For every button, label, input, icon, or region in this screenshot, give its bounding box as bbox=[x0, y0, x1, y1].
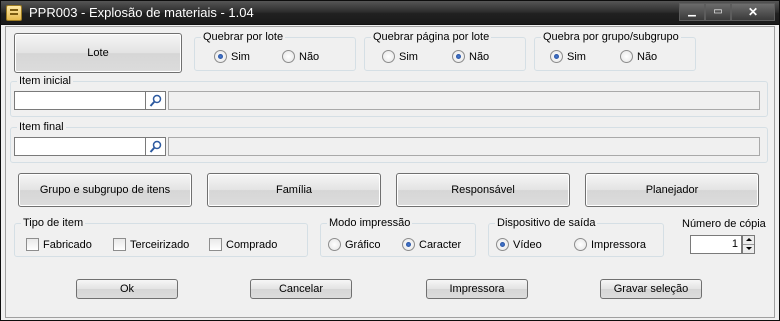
radio-selected-icon[interactable] bbox=[496, 238, 509, 251]
modo-caracter-option[interactable]: Caracter bbox=[402, 238, 461, 251]
item-final-input[interactable] bbox=[14, 137, 146, 156]
planejador-button[interactable]: Planejador bbox=[585, 173, 759, 207]
maximize-button[interactable]: ▭ bbox=[705, 3, 731, 21]
quebrar-lote-label: Quebrar por lote bbox=[203, 31, 284, 43]
option-label: Sim bbox=[567, 50, 586, 63]
radio-icon[interactable] bbox=[282, 50, 295, 63]
radio-icon[interactable] bbox=[620, 50, 633, 63]
item-inicial-label: Item inicial bbox=[19, 75, 71, 87]
quebra-grupo-label: Quebra por grupo/subgrupo bbox=[543, 31, 679, 43]
copias-input[interactable]: 1 bbox=[690, 235, 742, 254]
dispositivo-video-option[interactable]: Vídeo bbox=[496, 238, 542, 251]
window-controls: ▁ ▭ ✕ bbox=[679, 3, 775, 21]
search-icon bbox=[149, 140, 162, 153]
quebra-grupo-nao-option[interactable]: Não bbox=[620, 50, 657, 63]
radio-icon[interactable] bbox=[574, 238, 587, 251]
tipo-item-group: Tipo de item bbox=[14, 217, 308, 257]
checkbox-icon[interactable] bbox=[113, 238, 126, 251]
option-label: Gráfico bbox=[345, 238, 381, 251]
dispositivo-group: Dispositivo de saída bbox=[488, 217, 664, 257]
tipo-comprado-option[interactable]: Comprado bbox=[209, 238, 277, 251]
quebrar-lote-sim-option[interactable]: Sim bbox=[214, 50, 250, 63]
radio-selected-icon[interactable] bbox=[452, 50, 465, 63]
quebrar-pagina-nao-option[interactable]: Não bbox=[452, 50, 489, 63]
option-label: Comprado bbox=[226, 238, 278, 251]
quebrar-pagina-label: Quebrar página por lote bbox=[373, 31, 490, 43]
radio-icon[interactable] bbox=[328, 238, 341, 251]
item-inicial-description bbox=[168, 91, 760, 110]
spin-up-icon[interactable] bbox=[743, 236, 754, 244]
item-final-search-button[interactable] bbox=[146, 137, 166, 156]
cancelar-button[interactable]: Cancelar bbox=[250, 279, 352, 299]
tipo-fabricado-option[interactable]: Fabricado bbox=[26, 238, 92, 251]
option-label: Não bbox=[469, 50, 490, 63]
dispositivo-impressora-option[interactable]: Impressora bbox=[574, 238, 646, 251]
quebrar-lote-nao-option[interactable]: Não bbox=[282, 50, 319, 63]
checkbox-icon[interactable] bbox=[209, 238, 222, 251]
radio-selected-icon[interactable] bbox=[550, 50, 563, 63]
gravar-selecao-button[interactable]: Gravar seleção bbox=[600, 279, 702, 299]
tipo-item-label: Tipo de item bbox=[23, 217, 84, 229]
copias-spinner[interactable] bbox=[742, 235, 755, 254]
radio-selected-icon[interactable] bbox=[402, 238, 415, 251]
close-button[interactable]: ✕ bbox=[731, 3, 775, 21]
title-bar[interactable]: PPR003 - Explosão de materiais - 1.04 ▁ … bbox=[1, 1, 779, 25]
minimize-button[interactable]: ▁ bbox=[679, 3, 705, 21]
radio-icon[interactable] bbox=[382, 50, 395, 63]
option-label: Sim bbox=[231, 50, 250, 63]
option-label: Impressora bbox=[591, 238, 647, 251]
option-label: Não bbox=[637, 50, 658, 63]
search-icon bbox=[149, 94, 162, 107]
modo-grafico-option[interactable]: Gráfico bbox=[328, 238, 380, 251]
option-label: Fabricado bbox=[43, 238, 92, 251]
modo-impressao-group: Modo impressão bbox=[320, 217, 476, 257]
modo-impressao-label: Modo impressão bbox=[329, 217, 411, 229]
option-label: Vídeo bbox=[513, 238, 542, 251]
checkbox-icon[interactable] bbox=[26, 238, 39, 251]
copias-label: Número de cópia bbox=[682, 218, 766, 230]
option-label: Caracter bbox=[419, 238, 462, 251]
item-inicial-input[interactable] bbox=[14, 91, 146, 110]
option-label: Não bbox=[299, 50, 320, 63]
item-final-label: Item final bbox=[19, 121, 64, 133]
app-icon bbox=[6, 5, 22, 21]
form-body: Lote Quebrar por lote Sim Não Quebrar pá… bbox=[5, 26, 775, 318]
tipo-terceirizado-option[interactable]: Terceirizado bbox=[113, 238, 189, 251]
impressora-button[interactable]: Impressora bbox=[426, 279, 528, 299]
responsavel-button[interactable]: Responsável bbox=[396, 173, 570, 207]
quebra-grupo-sim-option[interactable]: Sim bbox=[550, 50, 586, 63]
window-title: PPR003 - Explosão de materiais - 1.04 bbox=[29, 5, 254, 20]
option-label: Sim bbox=[399, 50, 418, 63]
ok-button[interactable]: Ok bbox=[76, 279, 178, 299]
familia-button[interactable]: Família bbox=[207, 173, 381, 207]
quebrar-pagina-sim-option[interactable]: Sim bbox=[382, 50, 418, 63]
lote-button[interactable]: Lote bbox=[14, 33, 182, 73]
main-window: PPR003 - Explosão de materiais - 1.04 ▁ … bbox=[0, 0, 780, 321]
option-label: Terceirizado bbox=[130, 238, 190, 251]
dispositivo-label: Dispositivo de saída bbox=[497, 217, 596, 229]
item-inicial-search-button[interactable] bbox=[146, 91, 166, 110]
grupo-subgrupo-button[interactable]: Grupo e subgrupo de itens bbox=[18, 173, 192, 207]
spin-down-icon[interactable] bbox=[743, 244, 754, 252]
item-final-description bbox=[168, 137, 760, 156]
radio-selected-icon[interactable] bbox=[214, 50, 227, 63]
